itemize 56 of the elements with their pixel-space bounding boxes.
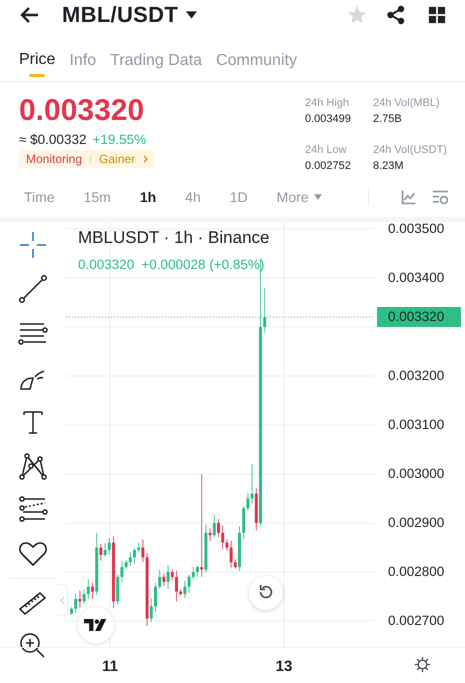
tab[interactable]: Community — [216, 45, 297, 77]
stat-label: 24h High — [305, 97, 350, 109]
star-icon[interactable] — [347, 5, 367, 25]
reset-button[interactable] — [249, 576, 283, 610]
axis-label: 0.002800 — [388, 564, 444, 580]
collapse-handle[interactable] — [58, 584, 68, 616]
tag-strip[interactable]: Monitoring Gainer — [19, 150, 156, 168]
interval-tab[interactable]: Time — [24, 189, 55, 205]
usd-price: ≈ $0.00332 — [19, 132, 86, 147]
chevron-icon — [143, 155, 148, 163]
axis-label: 0.003500 — [388, 221, 444, 237]
interval-tab[interactable]: 15m — [84, 189, 111, 205]
gear-icon[interactable] — [414, 656, 431, 673]
indicator-icon[interactable] — [400, 188, 417, 206]
stat-value: 0.003499 — [305, 113, 352, 125]
chart-last-price: 0.003320 — [78, 257, 134, 272]
stat-label: 24h Low — [305, 144, 348, 156]
interval-tab[interactable]: 1D — [230, 189, 248, 205]
tag-label: Gainer — [99, 152, 136, 166]
chart-settings-icon[interactable] — [432, 188, 449, 206]
crosshair-icon[interactable] — [18, 230, 48, 260]
axis-label: 11 — [101, 658, 119, 675]
stat-value: 2.75B — [373, 113, 403, 125]
tab[interactable]: Trading Data — [110, 45, 202, 77]
tag-label: Monitoring — [26, 152, 82, 166]
last-price: 0.003320 — [19, 94, 146, 128]
axis-label: 0.002900 — [388, 515, 444, 531]
interval-tab[interactable]: More — [276, 189, 322, 205]
chevron-icon — [60, 596, 65, 604]
tradingview-logo[interactable] — [77, 606, 115, 644]
axis-label: 0.003000 — [388, 466, 444, 482]
stat-value: 8.23M — [373, 160, 405, 172]
caret-icon[interactable] — [186, 11, 198, 19]
chart-title: MBLUSDT · 1h · Binance — [78, 228, 270, 248]
tab[interactable]: Price — [19, 45, 56, 77]
grid-icon[interactable] — [428, 6, 446, 24]
trend-line-icon[interactable] — [18, 274, 48, 304]
share-icon[interactable] — [386, 5, 406, 25]
axis-label: 0.003100 — [388, 417, 444, 433]
price-tag: 0.003320 — [377, 307, 461, 328]
back-icon[interactable] — [20, 5, 40, 25]
pattern-icon[interactable] — [18, 450, 48, 481]
interval-tab[interactable]: 1h — [140, 189, 156, 205]
logo-icon — [84, 618, 108, 632]
caret-icon — [314, 194, 322, 200]
pair-title[interactable]: MBL/USDT — [62, 2, 178, 28]
stat-label: 24h Vol(MBL) — [373, 97, 441, 109]
interval-tab[interactable]: 4h — [185, 189, 201, 205]
axis-label: 0.003200 — [388, 368, 444, 384]
axis-label: 0.002700 — [388, 613, 444, 629]
price-change: +19.55% — [92, 132, 146, 147]
stat-label: 24h Vol(USDT) — [373, 144, 448, 156]
axis-label: 13 — [274, 658, 294, 675]
axis-label: 0.003400 — [388, 270, 444, 286]
tab[interactable]: Info — [69, 45, 96, 77]
stat-value: 0.002752 — [305, 160, 352, 172]
